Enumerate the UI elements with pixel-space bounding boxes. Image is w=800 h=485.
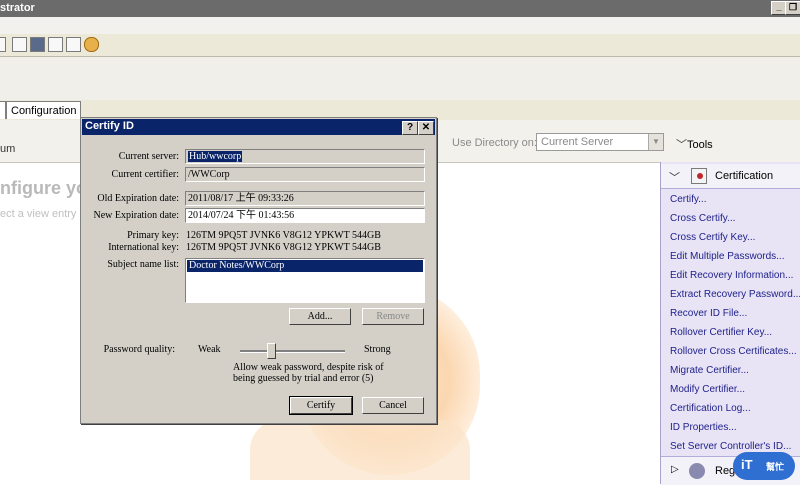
task-rollover-cross-certificates[interactable]: Rollover Cross Certificates... [670, 346, 797, 357]
password-quality-slider-thumb[interactable] [267, 343, 276, 359]
tools-label: Tools [687, 139, 713, 151]
task-extract-recovery-password[interactable]: Extract Recovery Password... [670, 289, 800, 300]
remove-button[interactable]: Remove [362, 308, 424, 325]
help-button[interactable]: ? [402, 121, 418, 135]
task-edit-multiple-passwords[interactable]: Edit Multiple Passwords... [670, 251, 785, 262]
tasks-panel [660, 162, 800, 484]
dialog-titlebar: Certify ID ? ✕ [82, 119, 435, 135]
tools-menu[interactable]: ﹀Tools [676, 136, 713, 152]
tool-icon[interactable] [66, 37, 81, 52]
site-watermark-badge: iT [733, 452, 795, 480]
page-subtext: ect a view entry o [0, 208, 86, 220]
toolbar-edge [0, 37, 6, 52]
add-button[interactable]: Add... [289, 308, 351, 325]
chevron-down-icon[interactable]: ▼ [648, 134, 663, 150]
window-titlebar: strator _ ❐ [0, 0, 800, 17]
chevron-down-icon: ﹀ [669, 172, 680, 184]
cancel-button[interactable]: Cancel [362, 397, 424, 414]
old-expiration-label: Old Expiration date: [97, 193, 179, 204]
primary-key-label: Primary key: [127, 230, 179, 241]
window-title: strator [0, 2, 35, 14]
background-logo-base [250, 420, 470, 480]
certification-section-header[interactable]: ﹀ Certification [661, 164, 800, 189]
task-set-server-controller-id[interactable]: Set Server Controller's ID... [670, 441, 791, 452]
new-expiration-label: New Expiration date: [93, 210, 179, 221]
task-certification-log[interactable]: Certification Log... [670, 403, 751, 414]
properties-icon[interactable] [12, 37, 27, 52]
task-certify[interactable]: Certify... [670, 194, 706, 205]
quality-description-line1: Allow weak password, despite risk of [233, 362, 384, 373]
certify-button[interactable]: Certify [289, 396, 353, 415]
registration-icon [689, 463, 705, 479]
use-directory-label: Use Directory on: [452, 137, 537, 149]
current-server-value: Hub/wwcorp [188, 151, 243, 162]
menu-bar [0, 17, 800, 34]
certification-header-label: Certification [715, 170, 774, 182]
task-modify-certifier[interactable]: Modify Certifier... [670, 384, 745, 395]
use-directory-value: Current Server [541, 136, 614, 148]
old-expiration-field: 2011/08/17 上午 09:33:26 [185, 191, 425, 206]
subject-name-item[interactable]: Doctor Notes/WWCorp [187, 260, 423, 272]
current-certifier-value: /WWCorp [188, 169, 230, 180]
refresh-icon[interactable] [84, 37, 99, 52]
chevron-right-icon: ▷ [671, 464, 679, 475]
international-key-value: 126TM 9PQ5T JVNK6 V8G12 YPKWT 544GB [186, 242, 381, 253]
dialog-title: Certify ID [85, 120, 134, 132]
password-quality-label: Password quality: [103, 344, 175, 355]
badge-subtext: 幫忙 [766, 462, 785, 472]
use-directory-select[interactable]: Current Server ▼ [536, 133, 664, 151]
task-edit-recovery-information[interactable]: Edit Recovery Information... [670, 270, 793, 281]
toolbar-band [0, 57, 800, 102]
current-certifier-label: Current certifier: [111, 169, 179, 180]
new-expiration-value: 2014/07/24 下午 01:43:56 [188, 210, 295, 221]
current-certifier-field[interactable]: /WWCorp [185, 167, 425, 182]
current-server-field[interactable]: Hub/wwcorp [185, 149, 425, 164]
subject-name-list-label: Subject name list: [107, 259, 179, 270]
task-id-properties[interactable]: ID Properties... [670, 422, 737, 433]
weak-label: Weak [198, 344, 221, 355]
old-expiration-value: 2011/08/17 上午 09:33:26 [188, 193, 294, 204]
quality-description-line2: being guessed by trial and error (5) [233, 373, 374, 384]
page-heading: nfigure yo [0, 178, 88, 198]
international-key-label: International key: [108, 242, 179, 253]
task-cross-certify-key[interactable]: Cross Certify Key... [670, 232, 755, 243]
tab-configuration[interactable]: Configuration [6, 101, 82, 119]
restore-button[interactable]: ❐ [785, 1, 800, 15]
save-icon[interactable] [30, 37, 45, 52]
new-expiration-input[interactable]: 2014/07/24 下午 01:43:56 [185, 208, 425, 223]
subject-name-list[interactable]: Doctor Notes/WWCorp [185, 258, 425, 303]
print-icon[interactable] [48, 37, 63, 52]
chevron-down-icon: ﹀ [676, 139, 687, 151]
task-recover-id-file[interactable]: Recover ID File... [670, 308, 747, 319]
task-migrate-certifier[interactable]: Migrate Certifier... [670, 365, 749, 376]
badge-text: iT [741, 457, 753, 472]
toolbar [0, 34, 800, 57]
strong-label: Strong [364, 344, 391, 355]
certificate-icon [691, 168, 707, 184]
close-button[interactable]: ✕ [418, 121, 434, 135]
password-quality-slider[interactable] [240, 350, 345, 353]
primary-key-value: 126TM 9PQ5T JVNK6 V8G12 YPKWT 544GB [186, 230, 381, 241]
current-server-label: Current server: [118, 151, 179, 162]
server-label-fragment: um [0, 143, 16, 155]
task-rollover-certifier-key[interactable]: Rollover Certifier Key... [670, 327, 772, 338]
task-cross-certify[interactable]: Cross Certify... [670, 213, 735, 224]
